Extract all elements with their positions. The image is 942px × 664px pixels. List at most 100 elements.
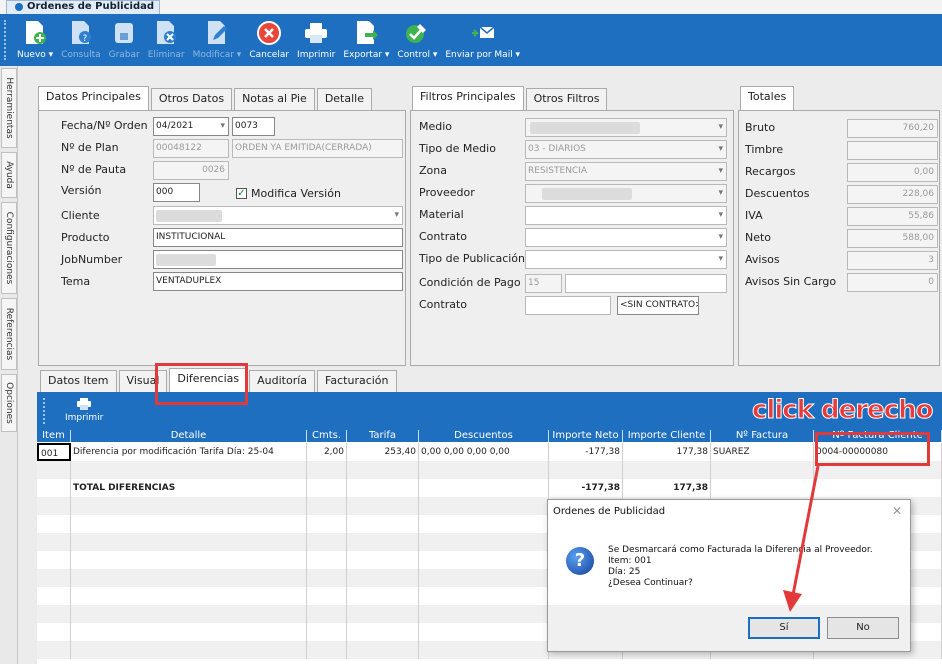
no-button[interactable]: No (827, 617, 899, 639)
col-item[interactable]: Item (37, 430, 71, 442)
send-mail-button[interactable]: Enviar por Mail ▾ (442, 14, 523, 66)
cell-detalle[interactable]: Diferencia por modificación Tarifa Día: … (71, 443, 307, 461)
neto-value: 588,00 (847, 229, 938, 248)
condicion-pago-input[interactable]: 15 (525, 274, 562, 293)
cell-descuentos[interactable]: 0,00 0,00 0,00 0,00 (419, 443, 549, 461)
cell-tarifa[interactable]: 253,40 (347, 443, 419, 461)
cell-importe-cliente[interactable]: 177,38 (623, 443, 711, 461)
cliente-select[interactable] (153, 206, 403, 225)
plan-input: 00048122 (153, 139, 229, 158)
side-tab-referencias[interactable]: Referencias (1, 298, 17, 370)
annotation-arrow (783, 465, 820, 612)
cell-cmts[interactable]: 2,00 (307, 443, 347, 461)
dialog-line-1: Se Desmarcará como Facturada la Diferenc… (608, 545, 873, 555)
orden-input[interactable]: 0073 (232, 117, 275, 136)
cancel-icon (256, 18, 282, 48)
sin-contrato-field: <SIN CONTRATO> (617, 296, 699, 315)
tab-facturacion[interactable]: Facturación (317, 370, 397, 392)
save-icon (111, 18, 137, 48)
col-tarifa[interactable]: Tarifa (347, 430, 419, 442)
col-importe-neto[interactable]: Importe Neto (549, 430, 623, 442)
zona-select[interactable]: RESISTENCIA (525, 162, 727, 181)
pauta-label: Nº de Pauta (61, 163, 127, 176)
question-icon: ? (566, 547, 594, 575)
control-button[interactable]: Control ▾ (394, 14, 440, 66)
query-button-label: Consulta (61, 50, 101, 60)
redacted-value (542, 188, 632, 200)
col-detalle[interactable]: Detalle (71, 430, 307, 442)
tipo-medio-select[interactable]: 03 - DIARIOS (525, 140, 727, 159)
highlight-diferencias-tab (155, 363, 248, 405)
cancel-button[interactable]: Cancelar (246, 14, 292, 66)
query-button[interactable]: ? Consulta (58, 14, 103, 66)
side-tab-ayuda[interactable]: Ayuda (1, 152, 17, 198)
side-tab-herramientas[interactable]: Herramientas (1, 68, 17, 148)
cell-importe-neto[interactable]: -177,38 (549, 443, 623, 461)
tab-datos-principales[interactable]: Datos Principales (38, 86, 149, 110)
proveedor-select[interactable] (525, 184, 727, 203)
export-icon (353, 18, 379, 48)
delete-button[interactable]: Eliminar (145, 14, 188, 66)
grid-header: Item Detalle Cmts. Tarifa Descuentos Imp… (37, 430, 942, 442)
confirm-dialog: Ordenes de Publicidad ✕ ? Se Desmarcará … (547, 499, 911, 652)
save-button[interactable]: Grabar (106, 14, 143, 66)
producto-label: Producto (61, 231, 110, 244)
producto-input[interactable]: INSTITUCIONAL (153, 228, 403, 247)
modifica-version-label: Modifica Versión (251, 187, 341, 200)
contrato-select[interactable] (525, 228, 727, 247)
version-input[interactable]: 000 (153, 183, 200, 202)
fecha-select[interactable]: 04/2021 (153, 117, 229, 136)
tipo-publicacion-select[interactable] (525, 250, 727, 269)
new-button[interactable]: Nuevo ▾ (14, 14, 56, 66)
col-cmts[interactable]: Cmts. (307, 430, 347, 442)
query-doc-icon: ? (68, 18, 94, 48)
modifica-version-checkbox[interactable]: ✓ (236, 188, 247, 199)
jobnumber-input[interactable] (153, 250, 403, 269)
col-importe-cliente[interactable]: Importe Cliente (623, 430, 711, 442)
cell-item[interactable]: 001 (37, 443, 71, 461)
side-tab-configuraciones[interactable]: Configuraciones (1, 202, 17, 294)
col-nro-factura[interactable]: Nº Factura (711, 430, 814, 442)
yes-button[interactable]: Sí (748, 617, 820, 639)
tab-otros-datos[interactable]: Otros Datos (150, 88, 233, 110)
export-button[interactable]: Exportar ▾ (340, 14, 392, 66)
medio-select[interactable] (525, 118, 727, 137)
tab-datos-item[interactable]: Datos Item (40, 370, 117, 392)
descuentos-value: 228,06 (847, 185, 938, 204)
tab-auditoria[interactable]: Auditoría (249, 370, 316, 392)
grid-print-button[interactable]: Imprimir (65, 398, 103, 423)
tab-filtros-principales[interactable]: Filtros Principales (412, 86, 524, 110)
material-select[interactable] (525, 206, 727, 225)
annotation-click-derecho: click derecho (751, 395, 933, 426)
modify-button[interactable]: Modificar ▾ (190, 14, 245, 66)
tipo-publicacion-label: Tipo de Publicación (419, 252, 525, 265)
new-doc-icon (22, 18, 48, 48)
side-panel: Herramientas Ayuda Configuraciones Refer… (0, 66, 18, 664)
contrato2-input[interactable] (525, 296, 611, 315)
window-tab[interactable]: Ordenes de Publicidad (6, 0, 160, 14)
datos-principales-pane: Fecha/Nº Orden 04/2021 0073 Nº de Plan 0… (38, 110, 406, 366)
tab-totales[interactable]: Totales (740, 86, 795, 110)
toolbar-grip[interactable] (4, 20, 7, 60)
iva-value: 55,86 (847, 207, 938, 226)
close-icon[interactable]: ✕ (892, 504, 902, 518)
print-button[interactable]: Imprimir (294, 14, 338, 66)
tab-notas-al-pie[interactable]: Notas al Pie (234, 88, 315, 110)
modify-button-label: Modificar ▾ (192, 50, 242, 60)
col-descuentos[interactable]: Descuentos (419, 430, 549, 442)
bruto-value: 760,20 (847, 119, 938, 138)
side-tab-opciones[interactable]: Opciones (1, 374, 17, 432)
total-neto: -177,38 (549, 479, 623, 497)
tab-otros-filtros[interactable]: Otros Filtros (525, 88, 608, 110)
fecha-label: Fecha/Nº Orden (61, 119, 148, 132)
tema-input[interactable]: VENTADUPLEX (153, 272, 403, 291)
table-row[interactable]: 001 Diferencia por modificación Tarifa D… (37, 443, 942, 461)
material-label: Material (419, 208, 464, 221)
proveedor-label: Proveedor (419, 186, 475, 199)
cell-nro-factura[interactable]: SUAREZ (711, 443, 814, 461)
tab-detalle[interactable]: Detalle (316, 88, 372, 110)
contrato2-label: Contrato (419, 298, 468, 311)
redacted-value (156, 210, 222, 222)
redacted-value (530, 122, 640, 134)
dialog-title: Ordenes de Publicidad (553, 506, 666, 517)
